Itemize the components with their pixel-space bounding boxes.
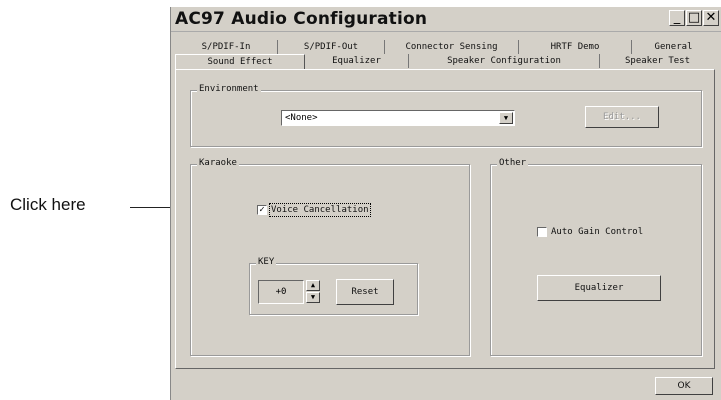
key-group: KEY +0 ▲ ▼ Reset xyxy=(249,257,418,315)
tab-connector-sensing[interactable]: Connector Sensing xyxy=(385,40,519,54)
tab-row-back: S/PDIF-In S/PDIF-Out Connector Sensing H… xyxy=(175,40,715,54)
environment-legend: Environment xyxy=(197,84,261,94)
ok-button[interactable]: OK xyxy=(655,377,713,395)
close-button[interactable]: ✕ xyxy=(703,10,719,26)
voice-cancellation-label[interactable]: Voice Cancellation xyxy=(269,203,371,217)
tab-hrtf-demo[interactable]: HRTF Demo xyxy=(519,40,632,54)
tab-sound-effect[interactable]: Sound Effect xyxy=(175,54,305,70)
spin-down-icon[interactable]: ▼ xyxy=(306,292,320,303)
sound-effect-panel: Environment <None> ▼ Edit... Karaoke ✓ V… xyxy=(175,69,715,369)
tab-equalizer[interactable]: Equalizer xyxy=(305,54,409,68)
environment-select-value: <None> xyxy=(285,113,318,123)
tab-general[interactable]: General xyxy=(632,40,715,54)
spin-up-icon[interactable]: ▲ xyxy=(306,280,320,291)
audio-config-window: AC97 Audio Configuration _ □ ✕ S/PDIF-In… xyxy=(170,7,721,400)
tab-speaker-configuration[interactable]: Speaker Configuration xyxy=(409,54,600,68)
tab-speaker-test[interactable]: Speaker Test xyxy=(600,54,715,68)
voice-cancellation-checkbox[interactable]: ✓ xyxy=(257,205,267,215)
minimize-button[interactable]: _ xyxy=(669,10,685,26)
tab-row-front: Sound Effect Equalizer Speaker Configura… xyxy=(175,54,715,70)
window-title: AC97 Audio Configuration xyxy=(175,9,428,29)
checkmark-icon: ✓ xyxy=(259,205,265,215)
other-legend: Other xyxy=(497,158,529,168)
auto-gain-label[interactable]: Auto Gain Control xyxy=(551,227,643,237)
equalizer-button[interactable]: Equalizer xyxy=(537,275,661,301)
tab-spdif-in[interactable]: S/PDIF-In xyxy=(175,40,278,54)
auto-gain-checkbox[interactable] xyxy=(537,227,547,237)
other-group: Other Auto Gain Control Equalizer xyxy=(490,158,702,356)
maximize-button[interactable]: □ xyxy=(686,10,702,26)
key-value-field[interactable]: +0 xyxy=(258,280,304,304)
reset-button[interactable]: Reset xyxy=(336,279,394,305)
karaoke-group: Karaoke ✓ Voice Cancellation KEY +0 ▲ ▼ … xyxy=(190,158,470,356)
environment-select[interactable]: <None> ▼ xyxy=(281,110,515,126)
environment-group: Environment <None> ▼ Edit... xyxy=(190,84,702,147)
chevron-down-icon[interactable]: ▼ xyxy=(499,112,513,124)
key-legend: KEY xyxy=(256,257,277,267)
tab-spdif-out[interactable]: S/PDIF-Out xyxy=(278,40,385,54)
title-bar[interactable]: AC97 Audio Configuration _ □ ✕ xyxy=(171,7,721,32)
edit-button[interactable]: Edit... xyxy=(585,106,659,128)
karaoke-legend: Karaoke xyxy=(197,158,239,168)
callout-text: Click here xyxy=(10,195,86,214)
